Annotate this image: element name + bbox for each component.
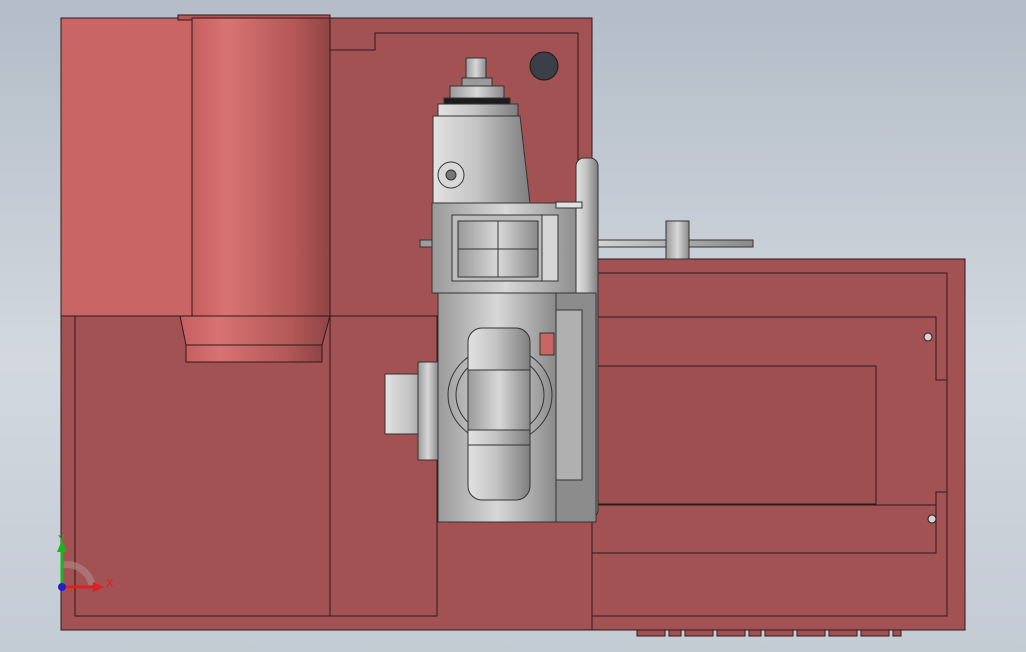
cad-viewport[interactable]: X Y bbox=[0, 0, 1026, 652]
small-hole-2 bbox=[927, 514, 937, 524]
left-housing-upper-block bbox=[60, 17, 193, 317]
right-housing-pocket bbox=[595, 365, 877, 505]
bottom-tabs bbox=[636, 629, 902, 637]
y-axis-label: Y bbox=[57, 533, 65, 546]
small-hole-1 bbox=[923, 332, 933, 342]
cad-model-drawing[interactable]: X Y bbox=[0, 0, 1026, 652]
motor-cylinder bbox=[177, 14, 331, 363]
dark-hole bbox=[529, 51, 559, 81]
x-axis-label: X bbox=[106, 577, 114, 590]
